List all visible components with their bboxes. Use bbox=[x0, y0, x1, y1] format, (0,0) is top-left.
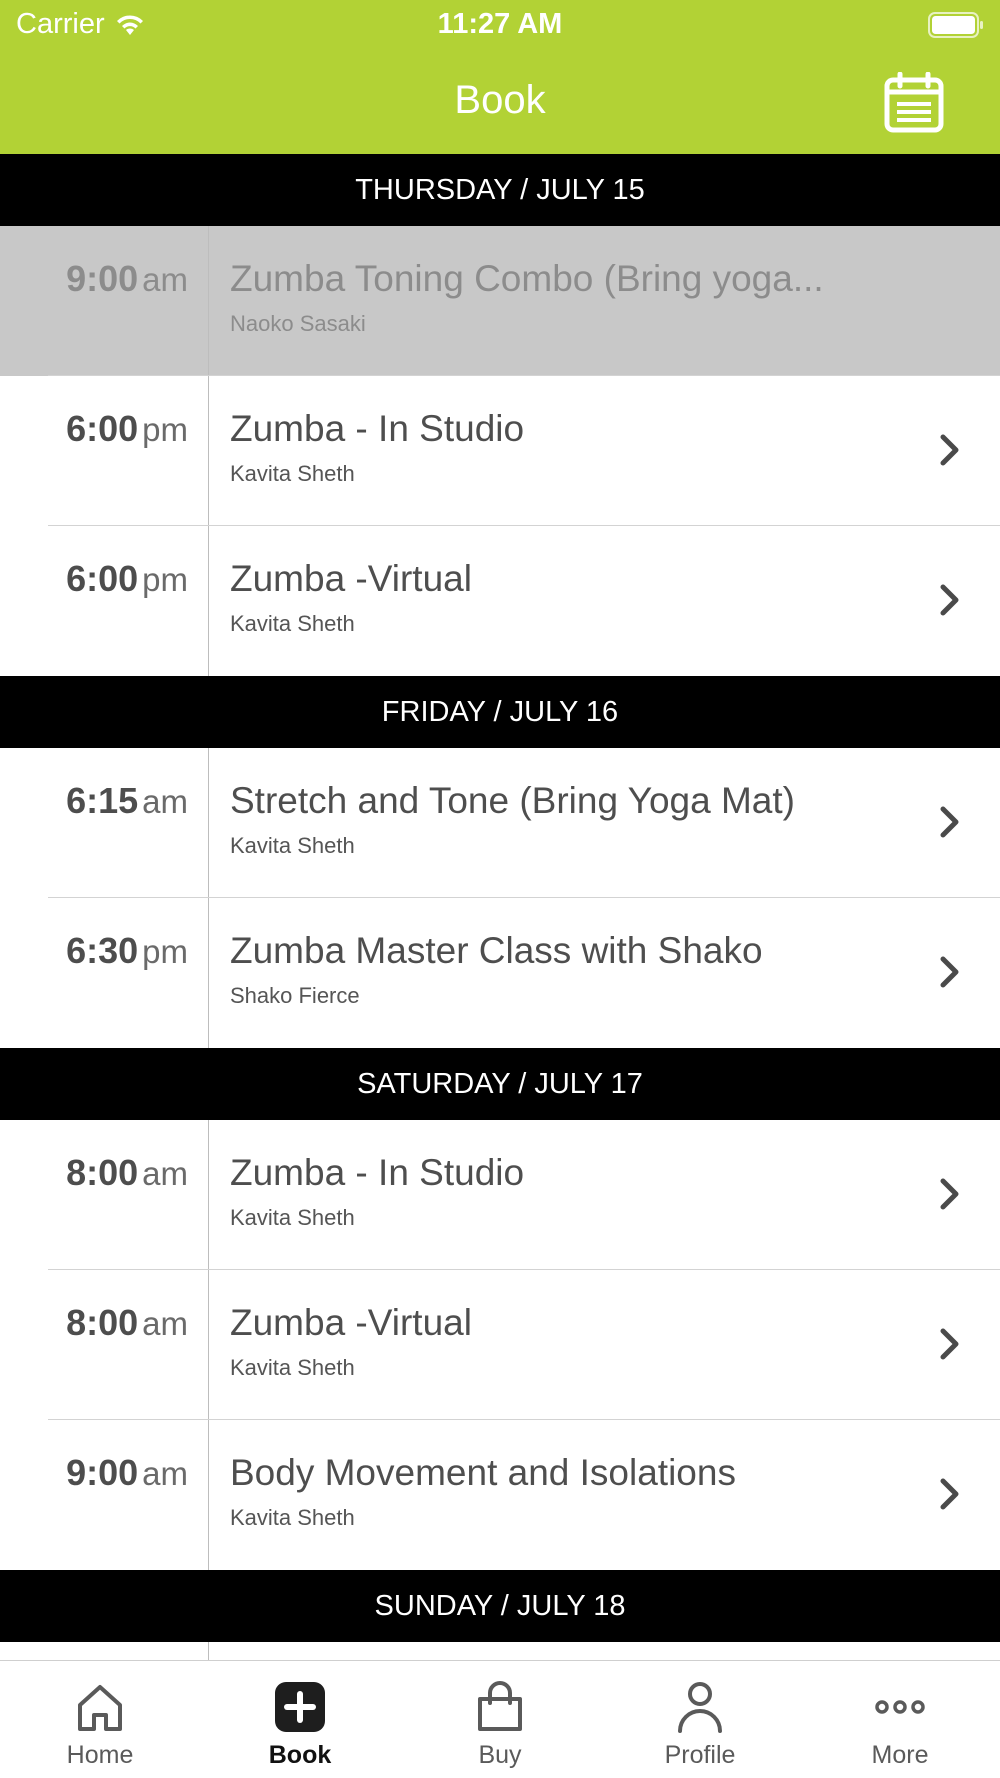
class-time-value: 6:15 bbox=[66, 780, 139, 821]
class-time: 9:00 am bbox=[66, 258, 188, 300]
chevron-right-icon bbox=[940, 806, 959, 838]
class-time-ampm: pm bbox=[142, 561, 188, 598]
tab-buy[interactable]: Buy bbox=[400, 1661, 600, 1778]
nav-bar: Book bbox=[0, 50, 1000, 154]
tab-label: Buy bbox=[478, 1741, 522, 1769]
tab-label: More bbox=[871, 1741, 929, 1769]
row-separator bbox=[208, 376, 209, 526]
chevron-right-icon bbox=[940, 584, 959, 616]
chevron-right-icon bbox=[940, 1478, 959, 1510]
row-separator bbox=[208, 748, 209, 898]
tab-more[interactable]: More bbox=[800, 1661, 1000, 1778]
class-row[interactable]: 8:00 am Zumba -Virtual Kavita Sheth bbox=[0, 1270, 1000, 1420]
class-time-value: 6:00 bbox=[66, 408, 139, 449]
class-row[interactable]: 6:30 pm Zumba Master Class with Shako Shako… bbox=[0, 898, 1000, 1048]
row-separator bbox=[208, 1270, 209, 1420]
row-separator bbox=[208, 1120, 209, 1270]
class-time-value: 8:00 bbox=[66, 1152, 139, 1193]
class-time: 6:00 pm bbox=[66, 408, 188, 450]
class-schedule-list[interactable]: THURSDAY / JULY 15 9:00 am Zumba Toning Com… bbox=[0, 154, 1000, 1682]
class-name: Zumba -Virtual bbox=[230, 1302, 472, 1343]
class-time-ampm: pm bbox=[142, 411, 188, 448]
tab-label: Profile bbox=[664, 1741, 736, 1769]
row-separator bbox=[208, 226, 209, 376]
class-name: Zumba Toning Combo (Bring yoga... bbox=[230, 258, 824, 299]
class-name: Zumba - In Studio bbox=[230, 1152, 525, 1193]
day-header: THURSDAY / JULY 15 bbox=[0, 154, 1000, 226]
instructor-name: Kavita Sheth bbox=[230, 461, 355, 486]
class-row[interactable]: 8:00 am Zumba - In Studio Kavita Sheth bbox=[0, 1120, 1000, 1270]
row-separator bbox=[208, 898, 209, 1048]
class-name: Body Movement and Isolations bbox=[230, 1452, 736, 1493]
row-separator bbox=[208, 1420, 209, 1570]
class-time: 6:00 pm bbox=[66, 558, 188, 600]
day-header: SUNDAY / JULY 18 bbox=[0, 1570, 1000, 1642]
header: Carrier 11:27 AM Book bbox=[0, 0, 1000, 154]
class-time: 8:00 am bbox=[66, 1152, 188, 1194]
class-time: 6:30 pm bbox=[66, 930, 188, 972]
class-time-ampm: am bbox=[142, 1455, 188, 1492]
class-name: Zumba Master Class with Shako bbox=[230, 930, 763, 971]
chevron-right-icon bbox=[940, 956, 959, 988]
instructor-name: Kavita Sheth bbox=[230, 611, 355, 636]
tab-book[interactable]: Book bbox=[200, 1661, 400, 1778]
class-time: 6:15 am bbox=[66, 780, 188, 822]
class-row[interactable]: 6:15 am Stretch and Tone (Bring Yoga Mat) K… bbox=[0, 748, 1000, 898]
plus-square-icon bbox=[272, 1679, 328, 1735]
class-name: Stretch and Tone (Bring Yoga Mat) bbox=[230, 780, 795, 821]
class-time: 9:00 am bbox=[66, 1452, 188, 1494]
class-time-value: 9:00 bbox=[66, 1452, 139, 1493]
class-row[interactable]: 9:00 am Body Movement and Isolations Kavita… bbox=[0, 1420, 1000, 1570]
instructor-name: Kavita Sheth bbox=[230, 833, 355, 858]
chevron-right-icon bbox=[940, 1178, 959, 1210]
class-time-value: 6:30 bbox=[66, 930, 139, 971]
day-header: SATURDAY / JULY 17 bbox=[0, 1048, 1000, 1120]
class-time: 8:00 am bbox=[66, 1302, 188, 1344]
class-time-ampm: am bbox=[142, 783, 188, 820]
class-time-value: 6:00 bbox=[66, 558, 139, 599]
status-bar: Carrier 11:27 AM bbox=[0, 0, 1000, 50]
battery-icon bbox=[928, 12, 983, 38]
calendar-icon[interactable] bbox=[884, 72, 944, 134]
tab-bar: Home Book Buy Profile More bbox=[0, 1660, 1000, 1778]
instructor-name: Kavita Sheth bbox=[230, 1355, 355, 1380]
class-time-value: 8:00 bbox=[66, 1302, 139, 1343]
class-row: 9:00 am Zumba Toning Combo (Bring yoga... N… bbox=[0, 226, 1000, 376]
instructor-name: Naoko Sasaki bbox=[230, 311, 366, 336]
tab-label: Home bbox=[66, 1741, 134, 1769]
tab-label: Book bbox=[268, 1741, 332, 1769]
class-time-ampm: am bbox=[142, 1305, 188, 1342]
class-name: Zumba -Virtual bbox=[230, 558, 472, 599]
person-icon bbox=[672, 1679, 728, 1735]
class-name: Zumba - In Studio bbox=[230, 408, 525, 449]
home-icon bbox=[72, 1679, 128, 1735]
instructor-name: Kavita Sheth bbox=[230, 1205, 355, 1230]
chevron-right-icon bbox=[940, 1328, 959, 1360]
instructor-name: Shako Fierce bbox=[230, 983, 360, 1008]
chevron-right-icon bbox=[940, 434, 959, 466]
class-time-ampm: am bbox=[142, 1155, 188, 1192]
more-dots-icon bbox=[872, 1679, 928, 1735]
row-separator bbox=[208, 526, 209, 676]
status-time: 11:27 AM bbox=[437, 8, 563, 40]
page-title: Book bbox=[454, 78, 546, 122]
class-row[interactable]: 6:00 pm Zumba -Virtual Kavita Sheth bbox=[0, 526, 1000, 676]
day-header: FRIDAY / JULY 16 bbox=[0, 676, 1000, 748]
class-time-ampm: pm bbox=[142, 933, 188, 970]
tab-home[interactable]: Home bbox=[0, 1661, 200, 1778]
shopping-bag-icon bbox=[472, 1679, 528, 1735]
instructor-name: Kavita Sheth bbox=[230, 1505, 355, 1530]
tab-profile[interactable]: Profile bbox=[600, 1661, 800, 1778]
class-time-value: 9:00 bbox=[66, 258, 139, 299]
class-row[interactable]: 6:00 pm Zumba - In Studio Kavita Sheth bbox=[0, 376, 1000, 526]
class-time-ampm: am bbox=[142, 261, 188, 298]
